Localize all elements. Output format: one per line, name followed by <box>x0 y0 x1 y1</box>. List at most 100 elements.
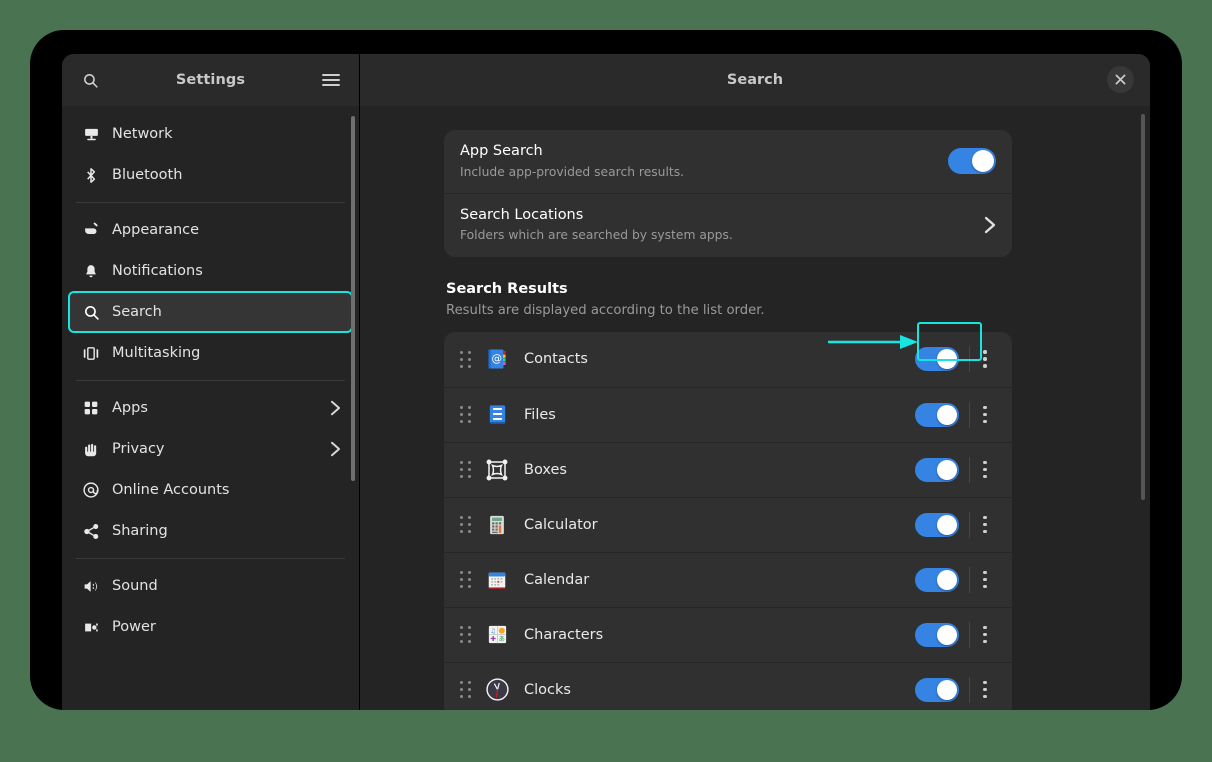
app-enable-toggle[interactable] <box>915 347 959 371</box>
toggle-knob <box>937 460 957 480</box>
sidebar-item-label: Multitasking <box>112 345 200 361</box>
kebab-menu-icon[interactable] <box>970 342 1000 376</box>
table-row[interactable]: @ Contacts <box>444 332 1012 387</box>
main-pane: Search App Search Include app-provided s <box>360 54 1150 710</box>
app-name: Contacts <box>524 351 915 367</box>
app-name: Boxes <box>524 462 915 478</box>
table-row[interactable]: Calculator <box>444 497 1012 552</box>
sidebar-item-label: Search <box>112 304 162 320</box>
nav-divider <box>76 558 345 559</box>
table-row[interactable]: Files <box>444 387 1012 442</box>
sidebar-item-label: Sharing <box>112 523 168 539</box>
table-row[interactable]: Calendar <box>444 552 1012 607</box>
app-name: Files <box>524 407 915 423</box>
sidebar-item-privacy[interactable]: Privacy <box>70 430 351 468</box>
chevron-right-icon <box>330 400 341 416</box>
main-header: Search <box>360 54 1150 106</box>
sidebar-item-multitasking[interactable]: Multitasking <box>70 334 351 372</box>
nav-group-system: Sound Power <box>62 567 359 646</box>
sidebar-item-sharing[interactable]: Sharing <box>70 512 351 550</box>
app-enable-toggle[interactable] <box>915 623 959 647</box>
search-locations-row[interactable]: Search Locations Folders which are searc… <box>444 193 1012 257</box>
sidebar-item-network[interactable]: Network <box>70 115 351 153</box>
drag-handle-icon[interactable] <box>458 460 472 480</box>
drag-handle-icon[interactable] <box>458 515 472 535</box>
sidebar-item-online-accounts[interactable]: Online Accounts <box>70 471 351 509</box>
files-app-icon <box>484 402 510 428</box>
toggle-knob <box>937 570 957 590</box>
app-enable-toggle[interactable] <box>915 458 959 482</box>
sidebar-scrollbar[interactable] <box>351 116 355 481</box>
toggle-knob <box>937 625 957 645</box>
network-icon <box>80 123 102 145</box>
drag-handle-icon[interactable] <box>458 570 472 590</box>
nav-divider <box>76 202 345 203</box>
page-title: Search <box>727 72 783 88</box>
apps-grid-icon <box>80 397 102 419</box>
app-enable-toggle[interactable] <box>915 513 959 537</box>
sidebar-item-label: Apps <box>112 400 148 416</box>
bell-icon <box>80 260 102 282</box>
close-icon[interactable] <box>1107 66 1134 93</box>
app-search-toggle[interactable] <box>948 148 996 174</box>
search-results-subheading: Results are displayed according to the l… <box>446 303 1012 318</box>
kebab-menu-icon[interactable] <box>970 618 1000 652</box>
sidebar-header: Settings <box>62 54 359 106</box>
main-scrollbar[interactable] <box>1141 114 1145 500</box>
search-locations-subtitle: Folders which are searched by system app… <box>460 227 984 244</box>
clocks-app-icon <box>484 677 510 703</box>
table-row[interactable]: Boxes <box>444 442 1012 497</box>
app-name: Calendar <box>524 572 915 588</box>
sidebar-item-bluetooth[interactable]: Bluetooth <box>70 156 351 194</box>
main-scroll-area: App Search Include app-provided search r… <box>360 106 1150 710</box>
contacts-app-icon: @ <box>484 346 510 372</box>
appearance-icon <box>80 219 102 241</box>
toggle-knob <box>972 150 994 172</box>
table-row[interactable]: ♫ ✚ あ Characters <box>444 607 1012 662</box>
chevron-right-icon <box>984 216 996 234</box>
sidebar-item-label: Sound <box>112 578 158 594</box>
kebab-menu-icon[interactable] <box>970 563 1000 597</box>
svg-text:♫: ♫ <box>490 628 496 635</box>
toggle-knob <box>937 405 957 425</box>
sidebar-item-apps[interactable]: Apps <box>70 389 351 427</box>
sidebar-item-label: Online Accounts <box>112 482 229 498</box>
app-enable-toggle[interactable] <box>915 403 959 427</box>
kebab-menu-icon[interactable] <box>970 508 1000 542</box>
app-search-title: App Search <box>460 142 948 162</box>
drag-handle-icon[interactable] <box>458 680 472 700</box>
drag-handle-icon[interactable] <box>458 349 472 369</box>
app-enable-toggle[interactable] <box>915 568 959 592</box>
share-nodes-icon <box>80 520 102 542</box>
search-icon[interactable] <box>76 66 104 94</box>
kebab-menu-icon[interactable] <box>970 398 1000 432</box>
table-row[interactable]: Clocks <box>444 662 1012 710</box>
characters-app-icon: ♫ ✚ あ <box>484 622 510 648</box>
search-settings-card: App Search Include app-provided search r… <box>444 130 1012 257</box>
sidebar-item-label: Bluetooth <box>112 167 182 183</box>
app-search-row[interactable]: App Search Include app-provided search r… <box>444 130 1012 193</box>
sidebar-item-power[interactable]: Power <box>70 608 351 646</box>
app-name: Clocks <box>524 682 915 698</box>
svg-text:✚: ✚ <box>490 635 496 643</box>
sidebar-item-notifications[interactable]: Notifications <box>70 252 351 290</box>
sidebar-item-sound[interactable]: Sound <box>70 567 351 605</box>
sidebar-item-label: Notifications <box>112 263 203 279</box>
app-enable-toggle[interactable] <box>915 678 959 702</box>
svg-text:あ: あ <box>498 636 504 643</box>
hamburger-menu-icon[interactable] <box>317 66 345 94</box>
sidebar-item-label: Appearance <box>112 222 199 238</box>
sidebar-item-search[interactable]: Search <box>70 293 351 331</box>
app-name: Calculator <box>524 517 915 533</box>
drag-handle-icon[interactable] <box>458 405 472 425</box>
drag-handle-icon[interactable] <box>458 625 472 645</box>
app-search-subtitle: Include app-provided search results. <box>460 164 948 181</box>
power-plug-icon <box>80 616 102 638</box>
kebab-menu-icon[interactable] <box>970 453 1000 487</box>
kebab-menu-icon[interactable] <box>970 673 1000 707</box>
sidebar: Settings Network <box>62 54 360 710</box>
sidebar-item-appearance[interactable]: Appearance <box>70 211 351 249</box>
sidebar-nav: Network Bluetooth <box>62 106 359 710</box>
chevron-right-icon <box>330 441 341 457</box>
nav-divider <box>76 380 345 381</box>
